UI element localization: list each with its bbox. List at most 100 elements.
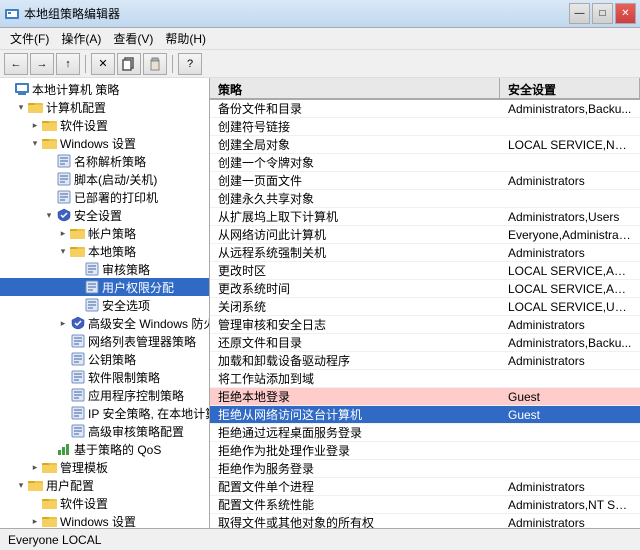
- tree-item-computer[interactable]: ▾ 计算机配置: [0, 98, 209, 116]
- tree-expander[interactable]: ▸: [56, 316, 70, 330]
- tree-item-nameres[interactable]: 名称解析策略: [0, 152, 209, 170]
- tree-item-userwindows[interactable]: ▸Windows 设置: [0, 512, 209, 528]
- table-row[interactable]: 创建符号链接: [210, 118, 640, 136]
- tree-item-auditpol[interactable]: 审核策略: [0, 260, 209, 278]
- tree-expander[interactable]: [42, 172, 56, 186]
- tree-expander[interactable]: [56, 406, 70, 420]
- tree-item-pubkey[interactable]: 公钥策略: [0, 350, 209, 368]
- tree-item-netlist[interactable]: 网络列表管理器策略: [0, 332, 209, 350]
- table-row[interactable]: 将工作站添加到域: [210, 370, 640, 388]
- tree-expander[interactable]: ▸: [28, 118, 42, 132]
- tree-label: 高级审核策略配置: [88, 423, 184, 440]
- table-row[interactable]: 配置文件系统性能Administrators,NT SE...: [210, 496, 640, 514]
- back-button[interactable]: ←: [4, 53, 28, 75]
- tree-expander[interactable]: [70, 262, 84, 276]
- table-row[interactable]: 更改时区LOCAL SERVICE,Admi...: [210, 262, 640, 280]
- tree-expander[interactable]: [70, 280, 84, 294]
- menu-help[interactable]: 帮助(H): [159, 28, 212, 49]
- tree-expander[interactable]: [56, 424, 70, 438]
- table-row[interactable]: 创建永久共享对象: [210, 190, 640, 208]
- tree-expander[interactable]: ▾: [28, 136, 42, 150]
- menu-action[interactable]: 操作(A): [55, 28, 107, 49]
- maximize-button[interactable]: □: [592, 3, 613, 24]
- tree-item-software[interactable]: ▸软件设置: [0, 116, 209, 134]
- table-row[interactable]: 从远程系统强制关机Administrators: [210, 244, 640, 262]
- tree-item-accountpol[interactable]: ▸帐户策略: [0, 224, 209, 242]
- tree-item-userrights[interactable]: 用户权限分配: [0, 278, 209, 296]
- table-row[interactable]: 还原文件和目录Administrators,Backu...: [210, 334, 640, 352]
- menu-file[interactable]: 文件(F): [4, 28, 55, 49]
- tree-expander[interactable]: [56, 388, 70, 402]
- close-button[interactable]: ✕: [615, 3, 636, 24]
- tree-expander[interactable]: [42, 442, 56, 456]
- tree-expander[interactable]: ▾: [14, 100, 28, 114]
- table-row[interactable]: 拒绝通过远程桌面服务登录: [210, 424, 640, 442]
- computer-icon: [14, 81, 30, 97]
- tree-expander[interactable]: [56, 352, 70, 366]
- tree-item-secopt[interactable]: 安全选项: [0, 296, 209, 314]
- table-row[interactable]: 管理审核和安全日志Administrators: [210, 316, 640, 334]
- tree-expander[interactable]: ▾: [56, 244, 70, 258]
- table-row[interactable]: 从网络访问此计算机Everyone,Administrat...: [210, 226, 640, 244]
- paste-button[interactable]: [143, 53, 167, 75]
- table-row[interactable]: 拒绝作为批处理作业登录: [210, 442, 640, 460]
- table-row[interactable]: 配置文件单个进程Administrators: [210, 478, 640, 496]
- folder-icon: [28, 99, 44, 115]
- tree-expander[interactable]: ▾: [14, 478, 28, 492]
- tree-expander[interactable]: ▸: [28, 514, 42, 528]
- tree-item-usersoftware[interactable]: 软件设置: [0, 494, 209, 512]
- table-row[interactable]: 创建一页面文件Administrators: [210, 172, 640, 190]
- tree-expander[interactable]: ▸: [56, 226, 70, 240]
- tree-item-printers[interactable]: 已部署的打印机: [0, 188, 209, 206]
- table-row[interactable]: 更改系统时间LOCAL SERVICE,Admi...: [210, 280, 640, 298]
- tree-item-root[interactable]: 本地计算机 策略: [0, 80, 209, 98]
- tree-item-ipsec[interactable]: IP 安全策略, 在本地计算机: [0, 404, 209, 422]
- policy-cell: 创建一个令牌对象: [210, 154, 500, 171]
- tree-item-localpol[interactable]: ▾本地策略: [0, 242, 209, 260]
- up-button[interactable]: ↑: [56, 53, 80, 75]
- help-button[interactable]: ?: [178, 53, 202, 75]
- window-controls[interactable]: — □ ✕: [569, 3, 636, 24]
- tree-item-windows[interactable]: ▾Windows 设置: [0, 134, 209, 152]
- table-row[interactable]: 加载和卸载设备驱动程序Administrators: [210, 352, 640, 370]
- policy-cell: 创建符号链接: [210, 118, 500, 135]
- tree-expander[interactable]: [0, 82, 14, 96]
- tree-item-applocker[interactable]: 应用程序控制策略: [0, 386, 209, 404]
- table-row[interactable]: 取得文件或其他对象的所有权Administrators: [210, 514, 640, 528]
- tree-item-scripts[interactable]: 脚本(启动/关机): [0, 170, 209, 188]
- table-row[interactable]: 关闭系统LOCAL SERVICE,Users,...: [210, 298, 640, 316]
- tree-item-advaudit[interactable]: 高级审核策略配置: [0, 422, 209, 440]
- policy-column-header[interactable]: 策略: [210, 78, 500, 98]
- forward-button[interactable]: →: [30, 53, 54, 75]
- tree-item-qos[interactable]: 基于策略的 QoS: [0, 440, 209, 458]
- table-row[interactable]: 创建全局对象LOCAL SERVICE,NET...: [210, 136, 640, 154]
- tree-expander[interactable]: ▾: [42, 208, 56, 222]
- delete-button[interactable]: ✕: [91, 53, 115, 75]
- table-row[interactable]: 从扩展坞上取下计算机Administrators,Users: [210, 208, 640, 226]
- table-row[interactable]: 创建一个令牌对象: [210, 154, 640, 172]
- tree-item-userconfig[interactable]: ▾用户配置: [0, 476, 209, 494]
- tree-expander[interactable]: [28, 496, 42, 510]
- policy-icon: [70, 351, 86, 367]
- tree-expander[interactable]: [56, 334, 70, 348]
- table-row[interactable]: 拒绝本地登录Guest: [210, 388, 640, 406]
- tree-label: 计算机配置: [46, 99, 106, 116]
- tree-expander[interactable]: [56, 370, 70, 384]
- tree-item-security[interactable]: ▾安全设置: [0, 206, 209, 224]
- copy-button[interactable]: [117, 53, 141, 75]
- menu-view[interactable]: 查看(V): [107, 28, 159, 49]
- tree-item-softrestr[interactable]: 软件限制策略: [0, 368, 209, 386]
- table-row[interactable]: 备份文件和目录Administrators,Backu...: [210, 100, 640, 118]
- table-row[interactable]: 拒绝从网络访问这台计算机Guest: [210, 406, 640, 424]
- tree-expander[interactable]: [42, 190, 56, 204]
- table-row[interactable]: 拒绝作为服务登录: [210, 460, 640, 478]
- tree-expander[interactable]: ▸: [28, 460, 42, 474]
- folder-icon: [42, 459, 58, 475]
- security-cell: Administrators,Backu...: [500, 102, 640, 116]
- tree-expander[interactable]: [42, 154, 56, 168]
- tree-item-admintpl[interactable]: ▸管理模板: [0, 458, 209, 476]
- minimize-button[interactable]: —: [569, 3, 590, 24]
- tree-expander[interactable]: [70, 298, 84, 312]
- tree-item-winfw[interactable]: ▸高级安全 Windows 防火墙: [0, 314, 209, 332]
- security-column-header[interactable]: 安全设置: [500, 78, 640, 98]
